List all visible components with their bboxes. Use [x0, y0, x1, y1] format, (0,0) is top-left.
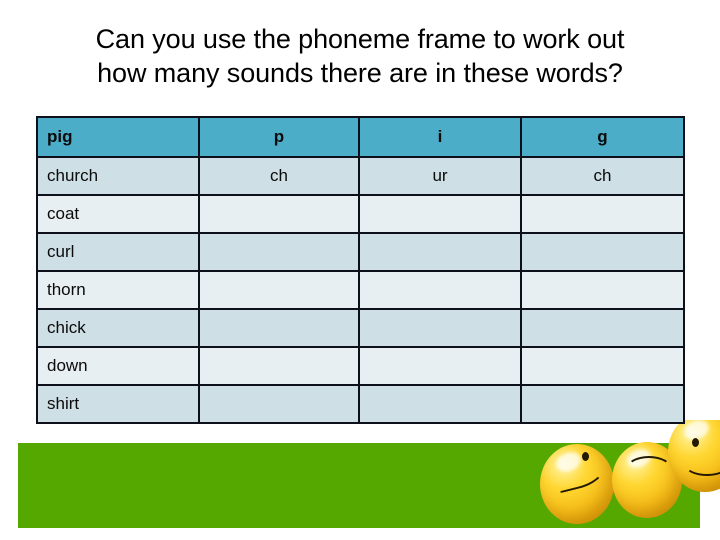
cell-sound-3[interactable]: ch	[520, 156, 685, 196]
cell-word: coat	[36, 194, 200, 234]
cell-sound-1[interactable]: ch	[198, 156, 360, 196]
cell-word: thorn	[36, 270, 200, 310]
header-cell-sound-2: i	[358, 116, 522, 158]
cell-sound-2[interactable]	[358, 194, 522, 234]
table-row: coat	[36, 194, 685, 234]
table-row: shirt	[36, 384, 685, 424]
header-cell-word: pig	[36, 116, 200, 158]
cell-sound-1[interactable]	[198, 232, 360, 272]
cell-word: church	[36, 156, 200, 196]
cell-word: shirt	[36, 384, 200, 424]
green-band	[18, 443, 700, 528]
cell-sound-1[interactable]	[198, 308, 360, 348]
page-title: Can you use the phoneme frame to work ou…	[18, 22, 702, 90]
header-cell-sound-3: g	[520, 116, 685, 158]
cell-sound-1[interactable]	[198, 270, 360, 310]
cell-sound-1[interactable]	[198, 346, 360, 386]
cell-word: down	[36, 346, 200, 386]
cell-sound-3[interactable]	[520, 384, 685, 424]
cell-word: curl	[36, 232, 200, 272]
cell-sound-3[interactable]	[520, 346, 685, 386]
cell-sound-3[interactable]	[520, 194, 685, 234]
cell-word: chick	[36, 308, 200, 348]
cell-sound-3[interactable]	[520, 308, 685, 348]
phoneme-frame-table: pig p i g church ch ur ch coat curl thor…	[36, 116, 685, 424]
table-body: church ch ur ch coat curl thorn chick do…	[36, 156, 685, 424]
table-row: church ch ur ch	[36, 156, 685, 196]
header-cell-sound-1: p	[198, 116, 360, 158]
table-row: down	[36, 346, 685, 386]
table-row: thorn	[36, 270, 685, 310]
table-row: curl	[36, 232, 685, 272]
cell-sound-1[interactable]	[198, 384, 360, 424]
table-header-row: pig p i g	[36, 116, 685, 158]
cell-sound-2[interactable]: ur	[358, 156, 522, 196]
cell-sound-2[interactable]	[358, 384, 522, 424]
slide-canvas: Can you use the phoneme frame to work ou…	[0, 0, 720, 540]
page-title-line-1: Can you use the phoneme frame to work ou…	[95, 24, 625, 54]
cell-sound-2[interactable]	[358, 270, 522, 310]
cell-sound-1[interactable]	[198, 194, 360, 234]
cell-sound-2[interactable]	[358, 232, 522, 272]
table-row: chick	[36, 308, 685, 348]
cell-sound-2[interactable]	[358, 346, 522, 386]
cell-sound-3[interactable]	[520, 270, 685, 310]
cell-sound-2[interactable]	[358, 308, 522, 348]
page-title-line-2: how many sounds there are in these words…	[97, 58, 623, 88]
ball-highlight	[681, 420, 712, 443]
cell-sound-3[interactable]	[520, 232, 685, 272]
